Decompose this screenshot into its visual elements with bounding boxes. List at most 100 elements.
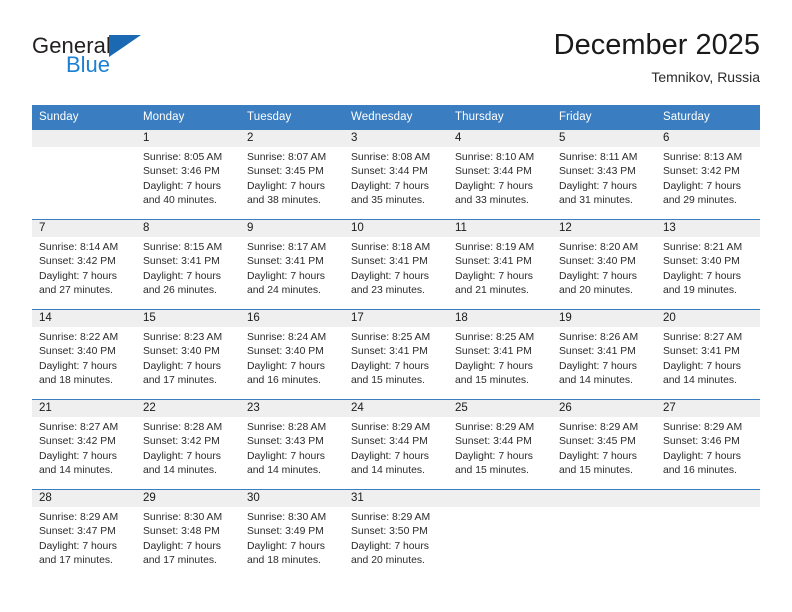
calendar-page: General Blue December 2025 Temnikov, Rus… xyxy=(0,0,792,612)
day-number: 22 xyxy=(143,402,156,414)
weekday-header-saturday: Saturday xyxy=(663,111,710,123)
sunset-text: Sunset: 3:41 PM xyxy=(247,256,324,268)
day-cell[interactable]: 28 Sunrise: 8:29 AM Sunset: 3:47 PM Dayl… xyxy=(32,490,136,579)
day-details: Sunrise: 8:23 AM Sunset: 3:40 PM Dayligh… xyxy=(136,327,240,389)
day-details: Sunrise: 8:28 AM Sunset: 3:42 PM Dayligh… xyxy=(136,417,240,479)
day-cell[interactable]: 8 Sunrise: 8:15 AM Sunset: 3:41 PM Dayli… xyxy=(136,220,240,309)
day-cell[interactable]: 2 Sunrise: 8:07 AM Sunset: 3:45 PM Dayli… xyxy=(240,130,344,219)
day-details: Sunrise: 8:13 AM Sunset: 3:42 PM Dayligh… xyxy=(656,147,760,209)
day-cell[interactable]: 25 Sunrise: 8:29 AM Sunset: 3:44 PM Dayl… xyxy=(448,400,552,489)
day-details xyxy=(656,507,760,511)
daylight-text-line1: Daylight: 7 hours xyxy=(663,270,741,282)
daylight-text-line2: and 29 minutes. xyxy=(663,195,737,207)
sunrise-text: Sunrise: 8:14 AM xyxy=(39,242,119,253)
sunrise-text: Sunrise: 8:10 AM xyxy=(455,152,535,163)
daylight-text-line2: and 33 minutes. xyxy=(455,195,529,207)
day-cell[interactable]: 24 Sunrise: 8:29 AM Sunset: 3:44 PM Dayl… xyxy=(344,400,448,489)
day-cell[interactable]: 21 Sunrise: 8:27 AM Sunset: 3:42 PM Dayl… xyxy=(32,400,136,489)
day-number: 25 xyxy=(455,402,468,414)
day-number: 16 xyxy=(247,312,260,324)
day-cell[interactable]: 17 Sunrise: 8:25 AM Sunset: 3:41 PM Dayl… xyxy=(344,310,448,399)
day-cell[interactable]: 29 Sunrise: 8:30 AM Sunset: 3:48 PM Dayl… xyxy=(136,490,240,579)
daylight-text-line1: Daylight: 7 hours xyxy=(39,360,117,372)
sunrise-text: Sunrise: 8:26 AM xyxy=(559,332,639,343)
sunset-text: Sunset: 3:44 PM xyxy=(351,436,428,448)
day-cell[interactable]: 30 Sunrise: 8:30 AM Sunset: 3:49 PM Dayl… xyxy=(240,490,344,579)
day-cell[interactable]: 12 Sunrise: 8:20 AM Sunset: 3:40 PM Dayl… xyxy=(552,220,656,309)
daylight-text-line1: Daylight: 7 hours xyxy=(663,450,741,462)
weekday-header-thursday: Thursday xyxy=(455,111,504,123)
daylight-text-line2: and 20 minutes. xyxy=(351,555,425,567)
daylight-text-line1: Daylight: 7 hours xyxy=(143,450,221,462)
day-cell[interactable]: 3 Sunrise: 8:08 AM Sunset: 3:44 PM Dayli… xyxy=(344,130,448,219)
sunrise-text: Sunrise: 8:28 AM xyxy=(143,422,223,433)
day-cell[interactable]: 7 Sunrise: 8:14 AM Sunset: 3:42 PM Dayli… xyxy=(32,220,136,309)
day-cell[interactable]: 19 Sunrise: 8:26 AM Sunset: 3:41 PM Dayl… xyxy=(552,310,656,399)
day-cell[interactable]: 20 Sunrise: 8:27 AM Sunset: 3:41 PM Dayl… xyxy=(656,310,760,399)
daylight-text-line1: Daylight: 7 hours xyxy=(455,180,533,192)
daylight-text-line2: and 18 minutes. xyxy=(247,555,321,567)
daylight-text-line1: Daylight: 7 hours xyxy=(455,270,533,282)
daylight-text-line2: and 17 minutes. xyxy=(143,555,217,567)
sunrise-text: Sunrise: 8:20 AM xyxy=(559,242,639,253)
day-number: 12 xyxy=(559,222,572,234)
day-details: Sunrise: 8:29 AM Sunset: 3:46 PM Dayligh… xyxy=(656,417,760,479)
general-blue-logo[interactable]: General Blue xyxy=(32,28,212,76)
day-number: 18 xyxy=(455,312,468,324)
sunrise-text: Sunrise: 8:30 AM xyxy=(247,512,327,523)
day-cell[interactable]: 13 Sunrise: 8:21 AM Sunset: 3:40 PM Dayl… xyxy=(656,220,760,309)
day-cell[interactable]: 4 Sunrise: 8:10 AM Sunset: 3:44 PM Dayli… xyxy=(448,130,552,219)
weekday-header-wednesday: Wednesday xyxy=(351,111,413,123)
sunrise-text: Sunrise: 8:07 AM xyxy=(247,152,327,163)
day-details: Sunrise: 8:21 AM Sunset: 3:40 PM Dayligh… xyxy=(656,237,760,299)
sunrise-text: Sunrise: 8:29 AM xyxy=(663,422,743,433)
daylight-text-line1: Daylight: 7 hours xyxy=(351,270,429,282)
day-cell[interactable] xyxy=(448,490,552,579)
day-cell[interactable]: 27 Sunrise: 8:29 AM Sunset: 3:46 PM Dayl… xyxy=(656,400,760,489)
day-cell[interactable]: 23 Sunrise: 8:28 AM Sunset: 3:43 PM Dayl… xyxy=(240,400,344,489)
day-cell[interactable]: 15 Sunrise: 8:23 AM Sunset: 3:40 PM Dayl… xyxy=(136,310,240,399)
daylight-text-line2: and 16 minutes. xyxy=(247,375,321,387)
daylight-text-line1: Daylight: 7 hours xyxy=(247,540,325,552)
day-cell[interactable]: 31 Sunrise: 8:29 AM Sunset: 3:50 PM Dayl… xyxy=(344,490,448,579)
daylight-text-line2: and 14 minutes. xyxy=(663,375,737,387)
day-cell[interactable]: 16 Sunrise: 8:24 AM Sunset: 3:40 PM Dayl… xyxy=(240,310,344,399)
day-cell[interactable]: 10 Sunrise: 8:18 AM Sunset: 3:41 PM Dayl… xyxy=(344,220,448,309)
sunset-text: Sunset: 3:42 PM xyxy=(39,256,116,268)
day-cell[interactable] xyxy=(656,490,760,579)
sunrise-text: Sunrise: 8:11 AM xyxy=(559,152,638,163)
calendar-week-row: 1 Sunrise: 8:05 AM Sunset: 3:46 PM Dayli… xyxy=(32,129,760,219)
day-cell[interactable] xyxy=(552,490,656,579)
day-number: 30 xyxy=(247,492,260,504)
day-cell[interactable]: 14 Sunrise: 8:22 AM Sunset: 3:40 PM Dayl… xyxy=(32,310,136,399)
daylight-text-line1: Daylight: 7 hours xyxy=(455,360,533,372)
sunrise-text: Sunrise: 8:17 AM xyxy=(247,242,327,253)
day-number: 8 xyxy=(143,222,150,234)
day-details: Sunrise: 8:18 AM Sunset: 3:41 PM Dayligh… xyxy=(344,237,448,299)
day-details: Sunrise: 8:29 AM Sunset: 3:44 PM Dayligh… xyxy=(344,417,448,479)
day-number: 17 xyxy=(351,312,364,324)
day-cell[interactable]: 1 Sunrise: 8:05 AM Sunset: 3:46 PM Dayli… xyxy=(136,130,240,219)
day-number: 13 xyxy=(663,222,676,234)
daylight-text-line1: Daylight: 7 hours xyxy=(351,450,429,462)
daylight-text-line1: Daylight: 7 hours xyxy=(143,360,221,372)
day-cell[interactable]: 11 Sunrise: 8:19 AM Sunset: 3:41 PM Dayl… xyxy=(448,220,552,309)
daylight-text-line2: and 14 minutes. xyxy=(247,465,321,477)
day-cell[interactable]: 18 Sunrise: 8:25 AM Sunset: 3:41 PM Dayl… xyxy=(448,310,552,399)
calendar-week-row: 14 Sunrise: 8:22 AM Sunset: 3:40 PM Dayl… xyxy=(32,309,760,399)
sunset-text: Sunset: 3:43 PM xyxy=(247,436,324,448)
day-details: Sunrise: 8:27 AM Sunset: 3:41 PM Dayligh… xyxy=(656,327,760,389)
day-cell[interactable]: 22 Sunrise: 8:28 AM Sunset: 3:42 PM Dayl… xyxy=(136,400,240,489)
day-cell[interactable]: 26 Sunrise: 8:29 AM Sunset: 3:45 PM Dayl… xyxy=(552,400,656,489)
day-number: 15 xyxy=(143,312,156,324)
day-cell[interactable] xyxy=(32,130,136,219)
day-cell[interactable]: 6 Sunrise: 8:13 AM Sunset: 3:42 PM Dayli… xyxy=(656,130,760,219)
sunset-text: Sunset: 3:40 PM xyxy=(247,346,324,358)
sunrise-text: Sunrise: 8:24 AM xyxy=(247,332,327,343)
page-header: General Blue December 2025 Temnikov, Rus… xyxy=(32,28,760,96)
day-cell[interactable]: 9 Sunrise: 8:17 AM Sunset: 3:41 PM Dayli… xyxy=(240,220,344,309)
daylight-text-line2: and 18 minutes. xyxy=(39,375,113,387)
day-details: Sunrise: 8:29 AM Sunset: 3:50 PM Dayligh… xyxy=(344,507,448,569)
day-cell[interactable]: 5 Sunrise: 8:11 AM Sunset: 3:43 PM Dayli… xyxy=(552,130,656,219)
day-number: 6 xyxy=(663,132,670,144)
